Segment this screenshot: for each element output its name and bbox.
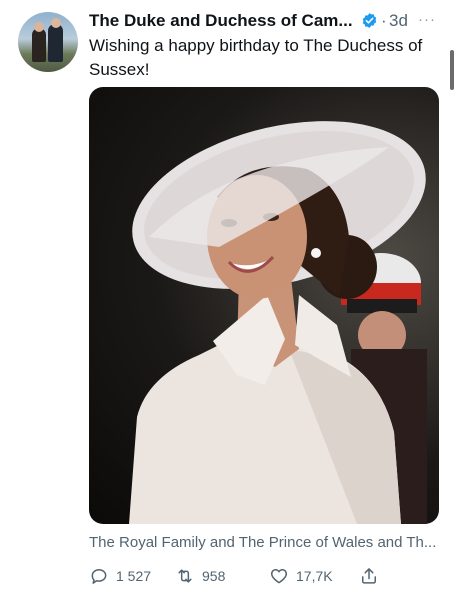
avatar-head-right	[51, 18, 61, 28]
share-button[interactable]	[359, 564, 379, 588]
share-icon	[362, 568, 376, 584]
retweet-count: 958	[202, 568, 226, 584]
separator-dot: ·	[381, 11, 387, 30]
like-button[interactable]: 17,7K	[269, 564, 333, 588]
retweet-button[interactable]: 958	[175, 564, 225, 588]
verified-badge-icon	[362, 13, 377, 28]
like-count: 17,7K	[296, 568, 333, 584]
avatar-head-left	[34, 22, 44, 32]
media-caption[interactable]: The Royal Family and The Prince of Wales…	[89, 533, 444, 553]
tweet-photo[interactable]	[89, 87, 439, 524]
tweet-header: The Duke and Duchess of Cam... · 3d ···	[89, 10, 444, 32]
avatar[interactable]	[18, 12, 78, 72]
reply-button[interactable]: 1 527	[89, 564, 151, 588]
reply-count: 1 527	[116, 568, 152, 584]
avatar-person-left	[32, 28, 46, 62]
action-bar: 1 527 958 17,7K	[89, 564, 444, 588]
retweet-icon	[178, 569, 192, 583]
avatar-person-right	[48, 24, 63, 62]
reply-icon	[91, 569, 107, 584]
scrollbar[interactable]	[450, 50, 454, 90]
more-icon[interactable]: ···	[418, 10, 436, 30]
tweet-time[interactable]: 3d	[389, 10, 408, 32]
tweet-text: Wishing a happy birthday to The Duchess …	[89, 36, 423, 79]
photo-illustration	[129, 121, 427, 524]
heart-icon	[270, 569, 288, 584]
author-name[interactable]: The Duke and Duchess of Cam...	[89, 10, 353, 32]
